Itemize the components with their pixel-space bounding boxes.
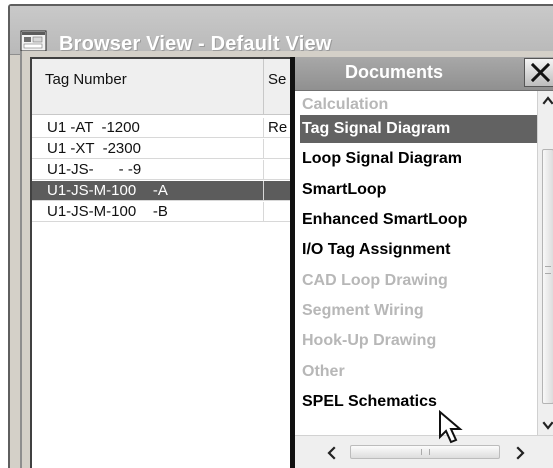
menu-item-loop-signal-diagram[interactable]: Loop Signal Diagram <box>300 145 537 173</box>
tag-number-cell: U1-JS-M-100 -A <box>47 182 168 199</box>
grid-header: Tag Number Se <box>32 59 320 115</box>
column-separator[interactable] <box>263 59 264 115</box>
screenshot: Browser View - Default View Tag Number S… <box>0 0 553 468</box>
tag-number-cell: U1-JS-M-100 -B <box>47 203 168 220</box>
window-titlebar[interactable]: Browser View - Default View <box>10 6 553 55</box>
cell-separator <box>263 118 264 138</box>
column-header-tag-number[interactable]: Tag Number <box>45 71 127 88</box>
scroll-grip <box>545 266 551 274</box>
menu-item-spel-schematics[interactable]: SPEL Schematics <box>300 388 537 416</box>
documents-title: Documents <box>345 62 444 82</box>
selected-table-row[interactable]: U1-JS-M-100 -A <box>32 181 320 201</box>
scroll-grip <box>421 449 430 455</box>
menu-item-other[interactable]: Other <box>300 358 537 386</box>
cell-separator <box>263 202 264 222</box>
chevron-down-icon[interactable] <box>540 416 553 434</box>
chevron-right-icon[interactable] <box>511 445 529 461</box>
menu-item-smartloop[interactable]: SmartLoop <box>300 176 537 204</box>
table-row[interactable]: U1-JS-M-100 -B <box>32 202 320 222</box>
tag-number-cell: U1 -AT -1200 <box>47 119 140 136</box>
tag-number-cell: U1-JS- - -9 <box>47 161 142 178</box>
chevron-left-icon[interactable] <box>323 445 341 461</box>
second-column-cell: Re <box>268 119 288 136</box>
cell-separator <box>263 181 264 201</box>
menu-item-cad-loop-drawing[interactable]: CAD Loop Drawing <box>300 267 537 295</box>
menu-item-segment-wiring[interactable]: Segment Wiring <box>300 297 537 325</box>
documents-menu-list: Calculation Tag Signal Diagram Loop Sign… <box>295 91 537 435</box>
cell-separator <box>263 160 264 180</box>
documents-vertical-scrollbar[interactable] <box>537 91 553 435</box>
table-row[interactable]: U1 -AT -1200 Re <box>32 118 320 138</box>
tag-grid[interactable]: Tag Number Se U1 -AT -1200 Re U1 -XT -23… <box>30 57 320 468</box>
vertical-scroll-thumb[interactable] <box>542 149 553 404</box>
column-header-second[interactable]: Se <box>268 71 286 88</box>
documents-horizontal-scrollbar[interactable] <box>295 435 553 468</box>
menu-item-io-tag-assignment[interactable]: I/O Tag Assignment <box>300 236 537 264</box>
menu-item-tag-signal-diagram[interactable]: Tag Signal Diagram <box>300 115 537 143</box>
menu-item-enhanced-smartloop[interactable]: Enhanced SmartLoop <box>300 206 537 234</box>
close-icon <box>530 62 551 83</box>
cell-separator <box>263 139 264 159</box>
browser-view-icon <box>20 30 47 52</box>
close-button[interactable] <box>524 58 553 87</box>
table-row[interactable]: U1-JS- - -9 <box>32 160 320 180</box>
tag-number-cell: U1 -XT -2300 <box>47 140 141 157</box>
menu-item-hook-up-drawing[interactable]: Hook-Up Drawing <box>300 327 537 355</box>
chevron-up-icon[interactable] <box>540 92 553 110</box>
documents-menu[interactable]: Documents Calculation Tag Signal Diagram… <box>290 57 553 468</box>
horizontal-scroll-thumb[interactable] <box>350 445 500 459</box>
table-row[interactable]: U1 -XT -2300 <box>32 139 320 159</box>
documents-menu-header: Documents <box>295 57 553 91</box>
